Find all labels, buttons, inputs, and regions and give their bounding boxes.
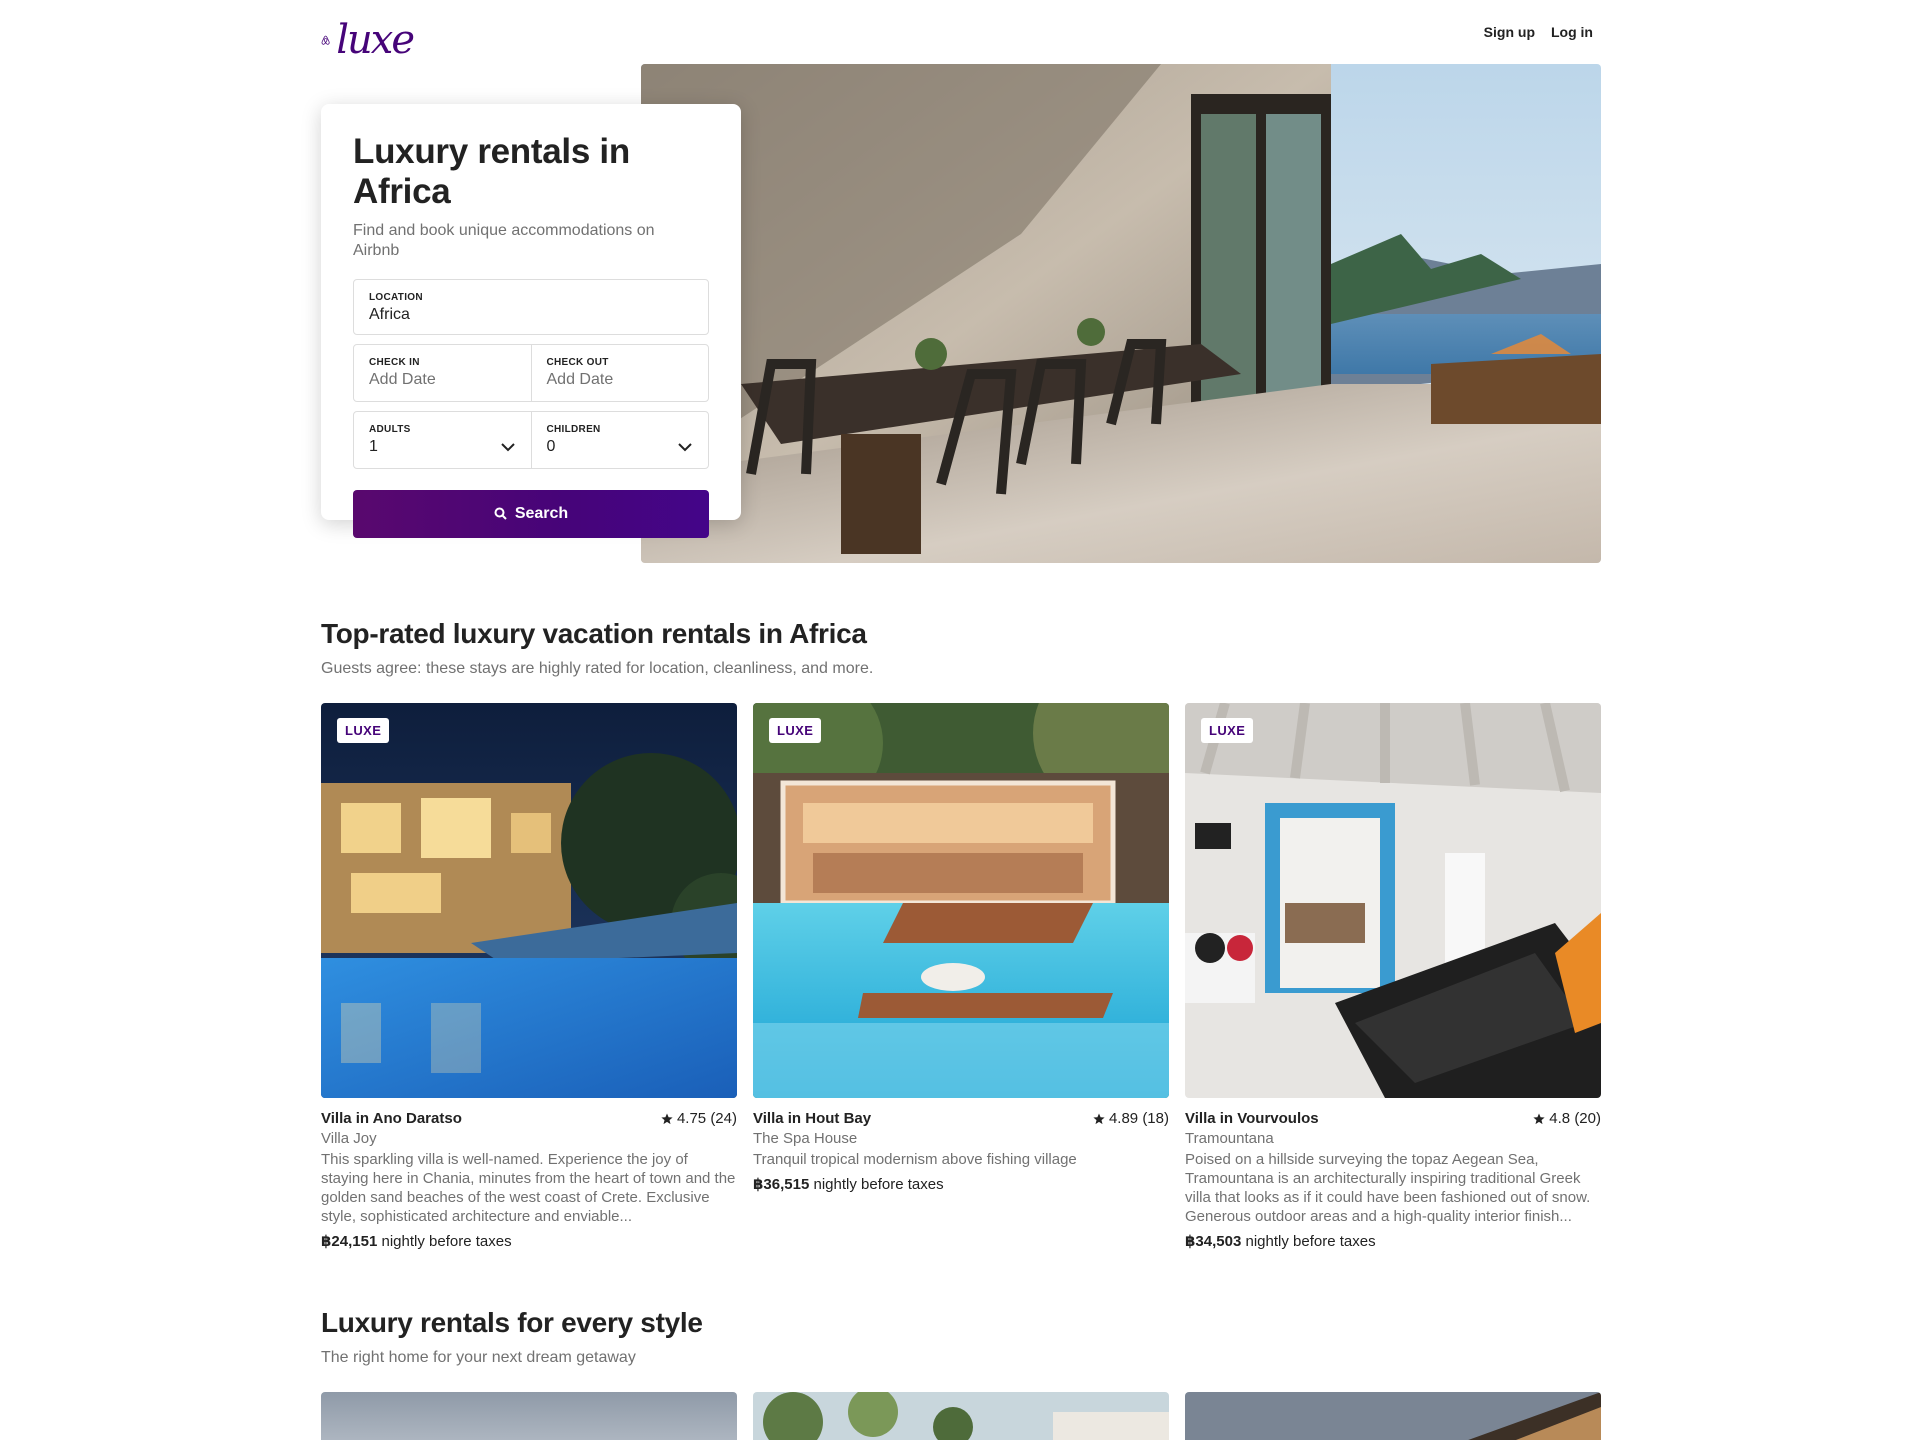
price-suffix: nightly before taxes [1241, 1233, 1376, 1250]
rating-value: 4.8 (20) [1549, 1110, 1601, 1127]
search-icon [494, 507, 507, 520]
listing-rating: 4.75 (24) [661, 1110, 737, 1127]
star-icon [1533, 1113, 1545, 1124]
rating-value: 4.89 (18) [1108, 1110, 1169, 1127]
adults-select[interactable]: ADULTS 1 [354, 412, 531, 468]
checkin-label: CHECK IN [369, 356, 420, 368]
children-select[interactable]: CHILDREN 0 [530, 411, 709, 468]
children-label: CHILDREN [546, 423, 601, 435]
luxe-logo[interactable]: luxe [321, 17, 415, 63]
location-value[interactable]: Africa [369, 306, 693, 324]
listing-card[interactable]: LUXE Villa in Vourvoulos 4.8 (20) Tramou… [1185, 703, 1601, 1250]
logo-wordmark: luxe [336, 17, 415, 63]
airbnb-belo-icon [321, 35, 330, 45]
adults-label: ADULTS [369, 423, 411, 435]
listing-image[interactable]: LUXE [321, 703, 737, 1098]
top-rated-subtitle: Guests agree: these stays are highly rat… [321, 660, 874, 677]
styles-title: Luxury rentals for every style [321, 1307, 703, 1338]
checkin-placeholder[interactable]: Add Date [369, 371, 516, 389]
listing-rating: 4.89 (18) [1093, 1110, 1169, 1127]
listing-image[interactable]: LUXE [753, 703, 1169, 1098]
checkout-placeholder[interactable]: Add Date [547, 371, 694, 389]
price-suffix: nightly before taxes [809, 1176, 944, 1193]
chevron-down-icon [678, 442, 692, 451]
price-suffix: nightly before taxes [377, 1233, 512, 1250]
listing-name: Tramountana [1185, 1130, 1274, 1147]
listing-card[interactable]: LUXE Villa in Ano Daratso 4.75 (24) Vill… [321, 703, 737, 1250]
luxe-badge: LUXE [1201, 718, 1254, 743]
chevron-down-icon [500, 442, 515, 451]
listing-price: ฿34,503 nightly before taxes [1185, 1232, 1601, 1250]
rating-value: 4.75 (24) [676, 1110, 737, 1127]
price-amount: ฿34,503 [1185, 1233, 1242, 1250]
adults-value: 1 [369, 437, 378, 455]
checkout-label: CHECK OUT [546, 356, 609, 368]
listing-image[interactable]: LUXE [1185, 703, 1601, 1098]
dates-row: CHECK IN Add Date CHECK OUT Add Date [353, 343, 709, 402]
top-rated-title: Top-rated luxury vacation rentals in Afr… [321, 618, 867, 649]
style-card-image[interactable] [321, 1392, 737, 1440]
hero-image [641, 64, 1601, 563]
listing-description: This sparkling villa is well-named. Expe… [321, 1151, 736, 1225]
auth-links: Sign up Log in [1484, 22, 1593, 42]
checkout-field[interactable]: CHECK OUT Add Date [530, 344, 709, 401]
luxe-badge: LUXE [769, 718, 822, 743]
styles-subtitle: The right home for your next dream getaw… [321, 1349, 636, 1366]
luxe-badge: LUXE [337, 718, 390, 743]
listing-name: The Spa House [753, 1130, 858, 1147]
style-card-image[interactable] [753, 1392, 1169, 1440]
login-link[interactable]: Log in [1551, 22, 1593, 42]
location-label: LOCATION [369, 291, 423, 303]
style-cards [321, 1392, 1601, 1440]
listing-name: Villa Joy [321, 1130, 377, 1147]
listing-cards: LUXE Villa in Ano Daratso 4.75 (24) Vill… [321, 703, 1601, 1250]
star-icon [1093, 1113, 1105, 1124]
price-amount: ฿24,151 [321, 1233, 378, 1250]
search-title: Luxury rentals in Africa [353, 132, 630, 212]
listing-type: Villa in Hout Bay [753, 1110, 872, 1127]
listing-type: Villa in Ano Daratso [321, 1110, 462, 1127]
search-card: Luxury rentals in Africa Find and book u… [321, 104, 741, 538]
listing-rating: 4.8 (20) [1533, 1110, 1601, 1127]
listing-card[interactable]: LUXE Villa in Hout Bay 4.89 (18) The Spa… [753, 703, 1169, 1250]
listing-type: Villa in Vourvoulos [1185, 1110, 1319, 1127]
search-button-label: Search [514, 504, 569, 522]
style-card-image[interactable] [1185, 1392, 1601, 1440]
location-field[interactable]: LOCATION Africa [353, 278, 709, 335]
star-icon [661, 1113, 673, 1124]
price-amount: ฿36,515 [753, 1176, 810, 1193]
listing-description: Tranquil tropical modernism above fishin… [753, 1151, 1077, 1168]
listing-description: Poised on a hillside surveying the topaz… [1185, 1151, 1591, 1225]
checkin-field[interactable]: CHECK IN Add Date [354, 345, 531, 401]
search-subtitle: Find and book unique accommodations on A… [353, 221, 655, 259]
guests-row: ADULTS 1 CHILDREN 0 [353, 410, 709, 469]
listing-price: ฿24,151 nightly before taxes [321, 1232, 737, 1250]
signup-link[interactable]: Sign up [1484, 22, 1535, 42]
listing-price: ฿36,515 nightly before taxes [753, 1175, 1169, 1193]
search-button[interactable]: Search [353, 489, 709, 538]
children-value: 0 [546, 437, 556, 455]
